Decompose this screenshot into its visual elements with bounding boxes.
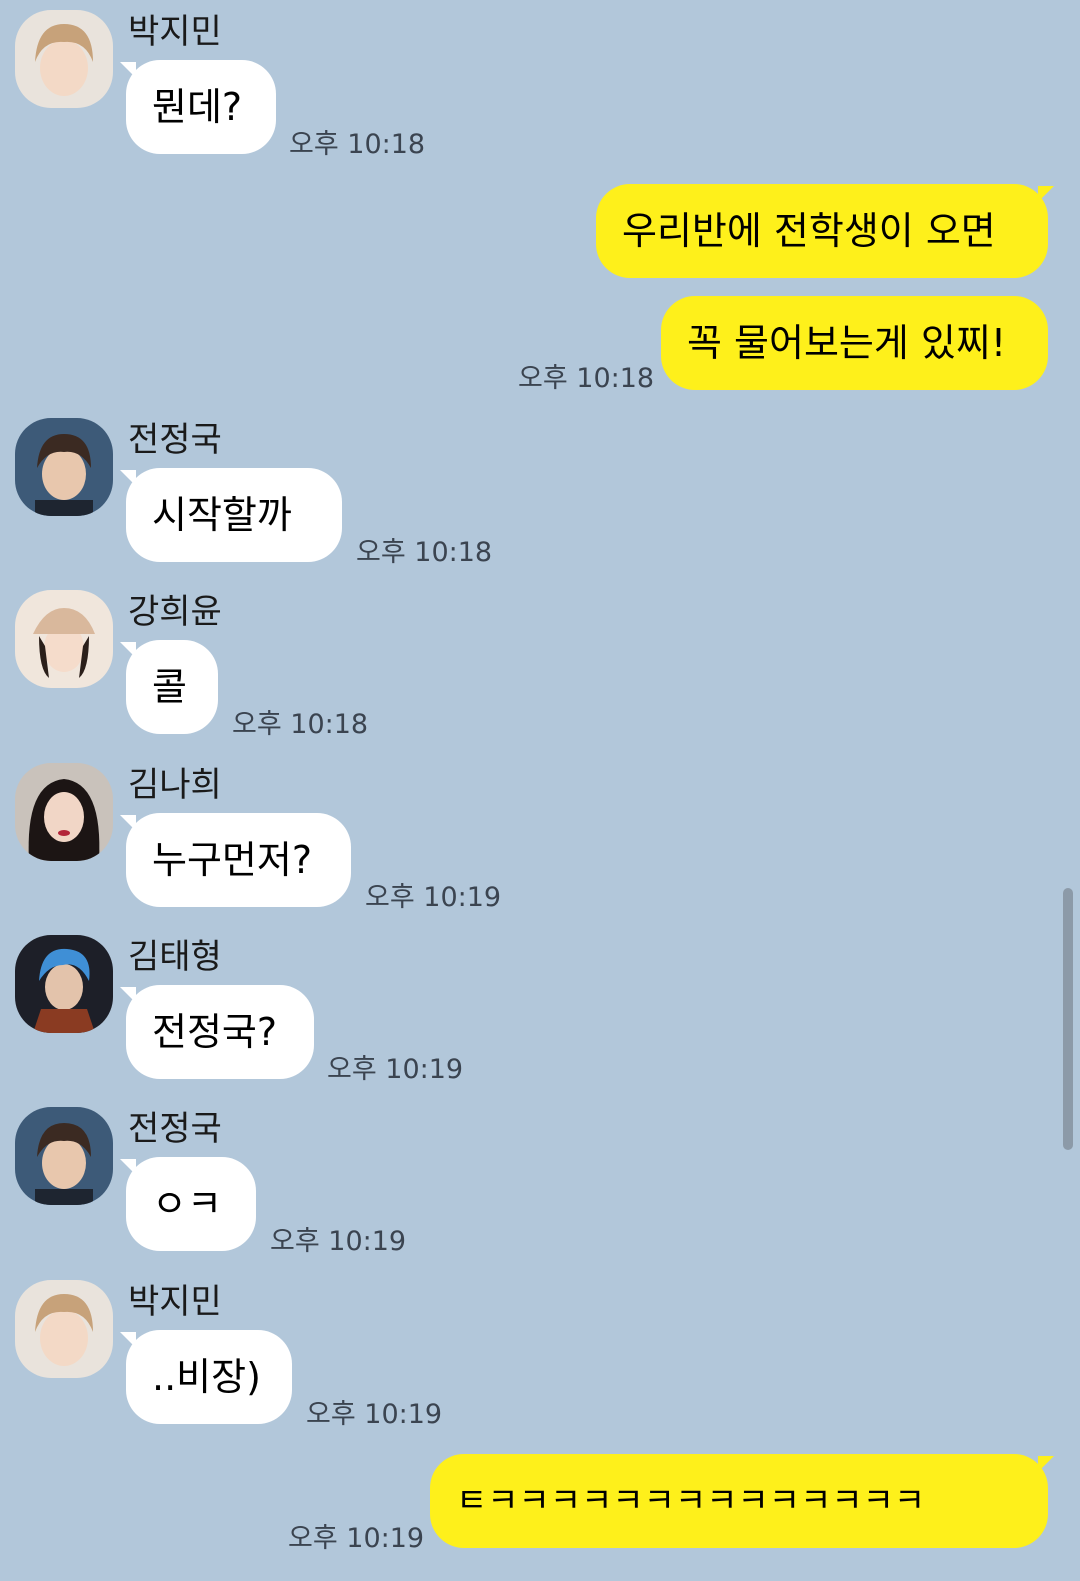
message-time: 오후 10:18: [232, 709, 369, 740]
message-bubble[interactable]: 콜: [126, 640, 218, 734]
message-bubble[interactable]: 누구먼저?: [126, 813, 351, 907]
sender-name: 강희윤: [128, 592, 222, 632]
message-time: 오후 10:18: [518, 363, 655, 394]
sender-name: 박지민: [128, 12, 222, 52]
message-bubble[interactable]: 우리반에 전학생이 오면: [596, 184, 1048, 278]
sender-name: 김나희: [128, 765, 222, 805]
message-time: 오후 10:19: [306, 1399, 443, 1430]
avatar-heeyoon[interactable]: [15, 590, 113, 688]
sender-name: 박지민: [128, 1282, 222, 1322]
message-time: 오후 10:18: [356, 537, 493, 568]
sender-name: 김태형: [128, 937, 222, 977]
message-bubble[interactable]: 시작할까: [126, 468, 342, 562]
message-time: 오후 10:18: [289, 129, 426, 160]
message-bubble[interactable]: ㅇㅋ: [126, 1157, 256, 1251]
sender-name: 전정국: [128, 1109, 222, 1149]
message-bubble[interactable]: ..비장): [126, 1330, 292, 1424]
message-bubble[interactable]: 전정국?: [126, 985, 314, 1079]
avatar-jimin[interactable]: [15, 1280, 113, 1378]
avatar-nahee[interactable]: [15, 763, 113, 861]
message-time: 오후 10:19: [288, 1523, 425, 1554]
message-bubble[interactable]: 뭔데?: [126, 60, 276, 154]
avatar-jimin[interactable]: [15, 10, 113, 108]
avatar-taehyung[interactable]: [15, 935, 113, 1033]
message-bubble[interactable]: ㅌㅋㅋㅋㅋㅋㅋㅋㅋㅋㅋㅋㅋㅋㅋ: [430, 1454, 1048, 1548]
message-time: 오후 10:19: [327, 1054, 464, 1085]
avatar-jungkook[interactable]: [15, 1107, 113, 1205]
scrollbar[interactable]: [1063, 888, 1073, 1150]
avatar-jungkook[interactable]: [15, 418, 113, 516]
message-time: 오후 10:19: [270, 1226, 407, 1257]
sender-name: 전정국: [128, 420, 222, 460]
message-bubble[interactable]: 꼭 물어보는게 있찌!: [661, 296, 1048, 390]
message-time: 오후 10:19: [365, 882, 502, 913]
